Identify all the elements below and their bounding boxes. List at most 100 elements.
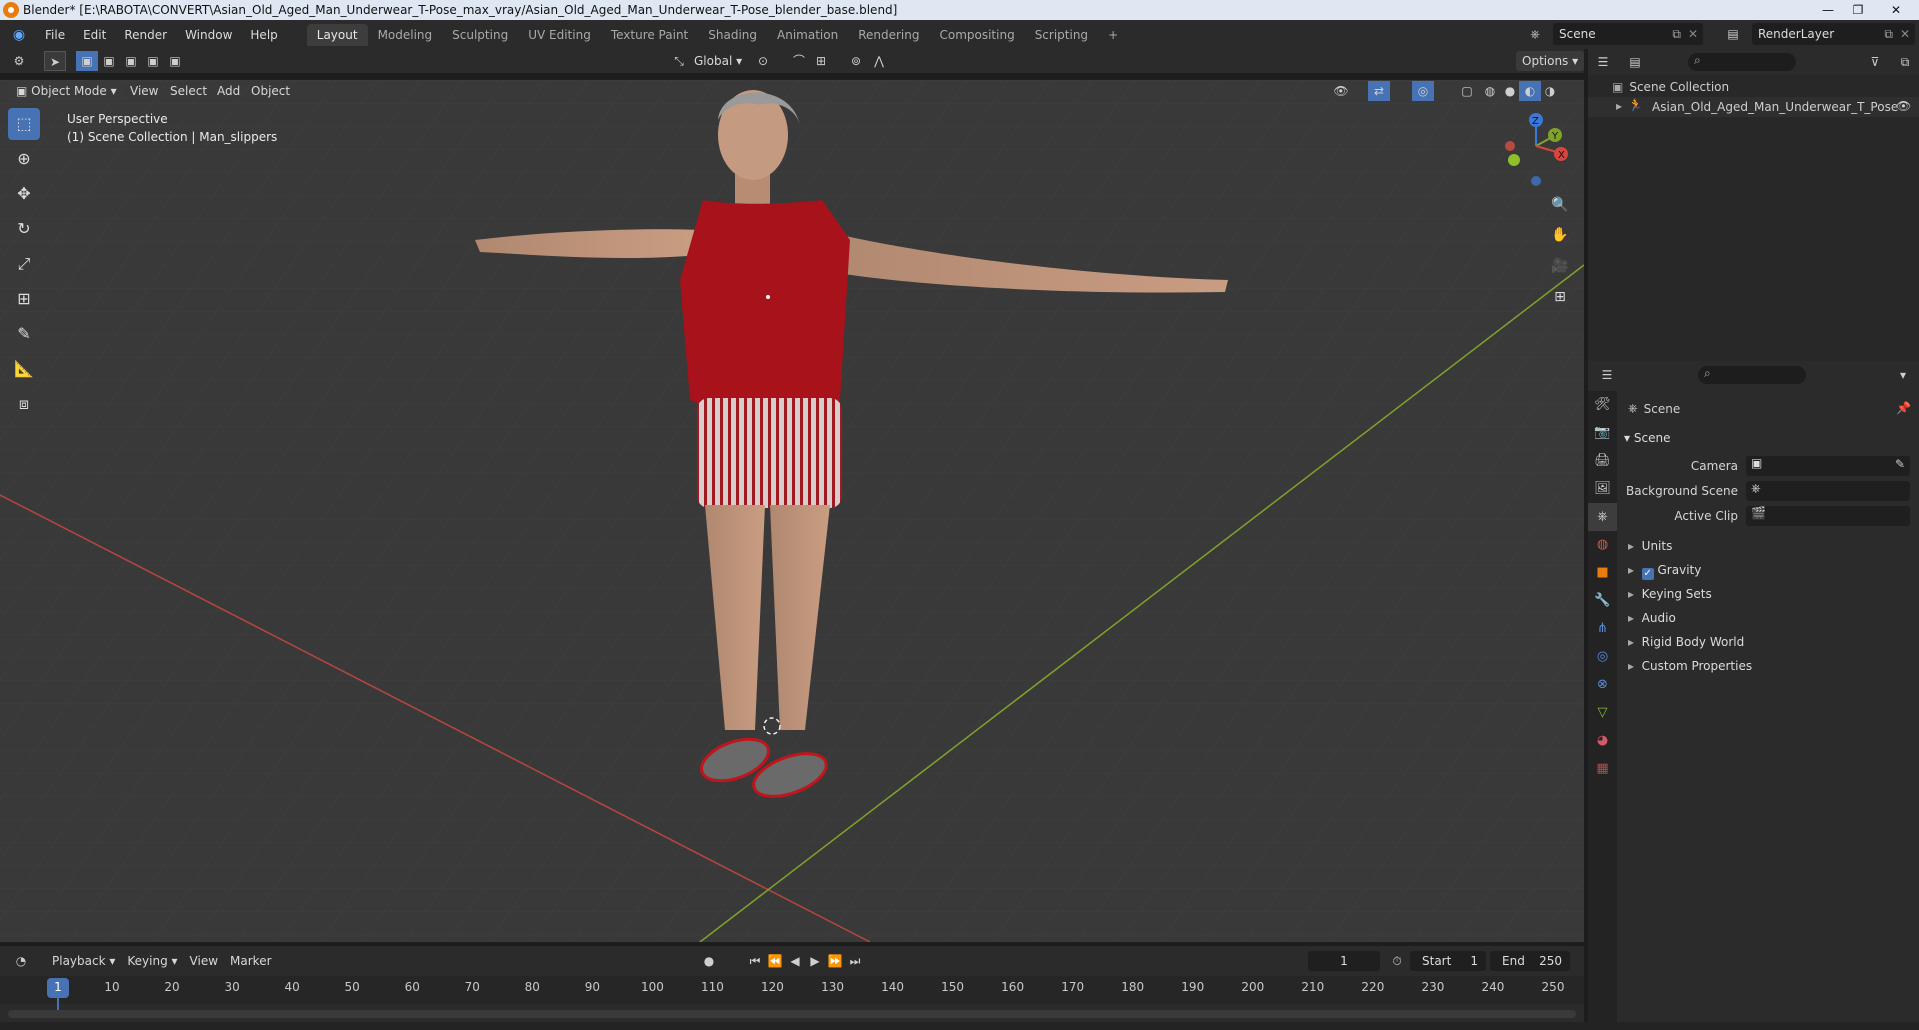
scene-selector[interactable]: Scene ⧉ ✕ <box>1553 23 1703 45</box>
select-invert-icon[interactable]: ▣ <box>142 51 164 71</box>
rotate-tool-icon[interactable]: ↻ <box>8 213 40 245</box>
physics-tab-icon[interactable]: ◎ <box>1588 643 1617 671</box>
tab-scripting[interactable]: Scripting <box>1025 24 1098 46</box>
tab-compositing[interactable]: Compositing <box>929 24 1024 46</box>
outliner-search-input[interactable]: ⌕ <box>1688 53 1796 71</box>
background-scene-field[interactable]: ⎈ <box>1746 481 1910 501</box>
tool-tab-icon[interactable]: 🛠 <box>1588 391 1617 419</box>
audio-section[interactable]: ▸ Audio <box>1628 611 1676 625</box>
render-tab-icon[interactable]: 📷 <box>1588 419 1617 447</box>
properties-search-input[interactable]: ⌕ <box>1698 366 1806 384</box>
select-tool-icon[interactable]: ➤ <box>44 51 66 71</box>
measure-tool-icon[interactable]: 📐 <box>8 353 40 385</box>
rendered-shading-icon[interactable]: ◑ <box>1539 81 1561 101</box>
timeline-view-menu[interactable]: View <box>184 951 224 971</box>
playback-menu[interactable]: Playback ▾ <box>46 951 121 971</box>
menu-render[interactable]: Render <box>115 28 176 42</box>
gizmo-toggle-icon[interactable]: ⇄ <box>1368 81 1390 101</box>
tab-rendering[interactable]: Rendering <box>848 24 929 46</box>
tab-texture-paint[interactable]: Texture Paint <box>601 24 698 46</box>
jump-start-icon[interactable]: ⏮ <box>744 951 766 971</box>
falloff-icon[interactable]: ⋀ <box>868 51 890 71</box>
outliner-editor-type-icon[interactable]: ☰ <box>1592 52 1614 72</box>
modifier-tab-icon[interactable]: 🔧 <box>1588 587 1617 615</box>
snap-target-icon[interactable]: ⊞ <box>810 51 832 71</box>
expand-arrow-icon[interactable]: ▸ <box>1616 99 1622 113</box>
3d-viewport[interactable]: ▣ Object Mode ▾ View Select Add Object 👁… <box>0 80 1584 942</box>
menu-help[interactable]: Help <box>241 28 286 42</box>
world-tab-icon[interactable]: ◍ <box>1588 531 1617 559</box>
mode-dropdown[interactable]: ▣ Object Mode ▾ <box>10 81 123 101</box>
menu-edit[interactable]: Edit <box>74 28 115 42</box>
tab-shading[interactable]: Shading <box>698 24 767 46</box>
play-reverse-icon[interactable]: ◀ <box>784 951 806 971</box>
constraints-tab-icon[interactable]: ⊗ <box>1588 671 1617 699</box>
tab-uv-editing[interactable]: UV Editing <box>518 24 601 46</box>
outliner-root-row[interactable]: ▣ Scene Collection <box>1612 78 1729 96</box>
remove-layer-icon[interactable]: ✕ <box>1900 27 1910 41</box>
visibility-eye-icon[interactable]: 👁 <box>1330 81 1352 101</box>
auto-keying-icon[interactable]: ● <box>698 951 720 971</box>
snap-icon[interactable]: ⌒ <box>788 51 810 71</box>
scene-selector-icon[interactable]: ⎈ <box>1524 24 1546 44</box>
collapse-icon[interactable]: ▾ <box>1892 365 1914 385</box>
gravity-checkbox[interactable]: ✓ <box>1641 568 1654 580</box>
tab-layout[interactable]: Layout <box>306 23 368 46</box>
pan-hand-icon[interactable]: ✋ <box>1547 222 1573 248</box>
overlay-toggle-icon[interactable]: ◎ <box>1412 81 1434 101</box>
properties-editor-type-icon[interactable]: ☰ <box>1596 365 1618 385</box>
proportional-edit-icon[interactable]: ⊚ <box>845 51 867 71</box>
pin-icon[interactable]: 📌 <box>1896 401 1911 415</box>
units-section[interactable]: ▸ Units <box>1628 539 1672 553</box>
move-tool-icon[interactable]: ✥ <box>8 178 40 210</box>
add-workspace-button[interactable]: + <box>1098 24 1128 46</box>
transform-orientation-icon[interactable]: ⤡ <box>668 51 690 71</box>
scene-panel-header[interactable]: ▾ Scene <box>1624 431 1670 445</box>
rigid-body-world-section[interactable]: ▸ Rigid Body World <box>1628 635 1744 649</box>
maximize-button[interactable]: ❐ <box>1843 0 1873 20</box>
copy-layer-icon[interactable]: ⧉ <box>1884 27 1893 42</box>
navigation-gizmo[interactable]: Z Y X <box>1498 106 1578 186</box>
jump-keyframe-back-icon[interactable]: ⏪ <box>764 951 786 971</box>
material-tab-icon[interactable]: ◕ <box>1588 727 1617 755</box>
select-new-icon[interactable]: ▣ <box>76 51 98 71</box>
solid-shading-icon[interactable]: ● <box>1499 81 1521 101</box>
custom-properties-section[interactable]: ▸ Custom Properties <box>1628 659 1752 673</box>
select-intersect-icon[interactable]: ▣ <box>164 51 186 71</box>
orientation-dropdown[interactable]: Global ▾ <box>688 51 748 71</box>
end-frame-field[interactable]: End 250 <box>1490 951 1570 971</box>
jump-end-icon[interactable]: ⏭ <box>844 951 866 971</box>
options-dropdown[interactable]: Options ▾ <box>1516 51 1585 71</box>
copy-scene-icon[interactable]: ⧉ <box>1672 27 1681 42</box>
material-shading-icon[interactable]: ◐ <box>1519 81 1541 101</box>
minimize-button[interactable]: — <box>1813 0 1843 20</box>
menu-file[interactable]: File <box>36 28 74 42</box>
filter-icon[interactable]: ⊽ <box>1864 52 1886 72</box>
zoom-icon[interactable]: 🔍 <box>1547 192 1573 218</box>
close-button[interactable]: ✕ <box>1873 0 1919 20</box>
pivot-point-icon[interactable]: ⊙ <box>752 51 774 71</box>
wireframe-shading-icon[interactable]: ◍ <box>1479 81 1501 101</box>
select-subtract-icon[interactable]: ▣ <box>120 51 142 71</box>
marker-menu[interactable]: Marker <box>224 951 277 971</box>
keying-menu[interactable]: Keying ▾ <box>121 951 183 971</box>
particles-tab-icon[interactable]: ⋔ <box>1588 615 1617 643</box>
keying-sets-section[interactable]: ▸ Keying Sets <box>1628 587 1712 601</box>
object-tab-icon[interactable]: ■ <box>1588 559 1617 587</box>
outliner-object-row[interactable]: ▸ 🏃 Asian_Old_Aged_Man_Underwear_T_Pose … <box>1588 97 1919 117</box>
viewport-menu-object[interactable]: Object <box>245 81 296 101</box>
tab-modeling[interactable]: Modeling <box>368 24 443 46</box>
transform-tool-icon[interactable]: ⊞ <box>8 283 40 315</box>
start-frame-field[interactable]: Start 1 <box>1410 951 1486 971</box>
new-collection-icon[interactable]: ⧉ <box>1894 52 1916 72</box>
display-mode-icon[interactable]: ▤ <box>1624 52 1646 72</box>
play-icon[interactable]: ▶ <box>804 951 826 971</box>
viewport-menu-select[interactable]: Select <box>164 81 213 101</box>
active-clip-field[interactable]: 🎬 <box>1746 506 1910 526</box>
preview-range-icon[interactable]: ⏱ <box>1386 951 1408 971</box>
view-layer-icon[interactable]: ▤ <box>1722 24 1744 44</box>
view-layer-selector[interactable]: RenderLayer ⧉ ✕ <box>1752 23 1915 45</box>
viewport-menu-add[interactable]: Add <box>211 81 246 101</box>
ortho-grid-icon[interactable]: ⊞ <box>1547 284 1573 310</box>
gravity-section[interactable]: ▸ ✓ Gravity <box>1628 563 1701 580</box>
